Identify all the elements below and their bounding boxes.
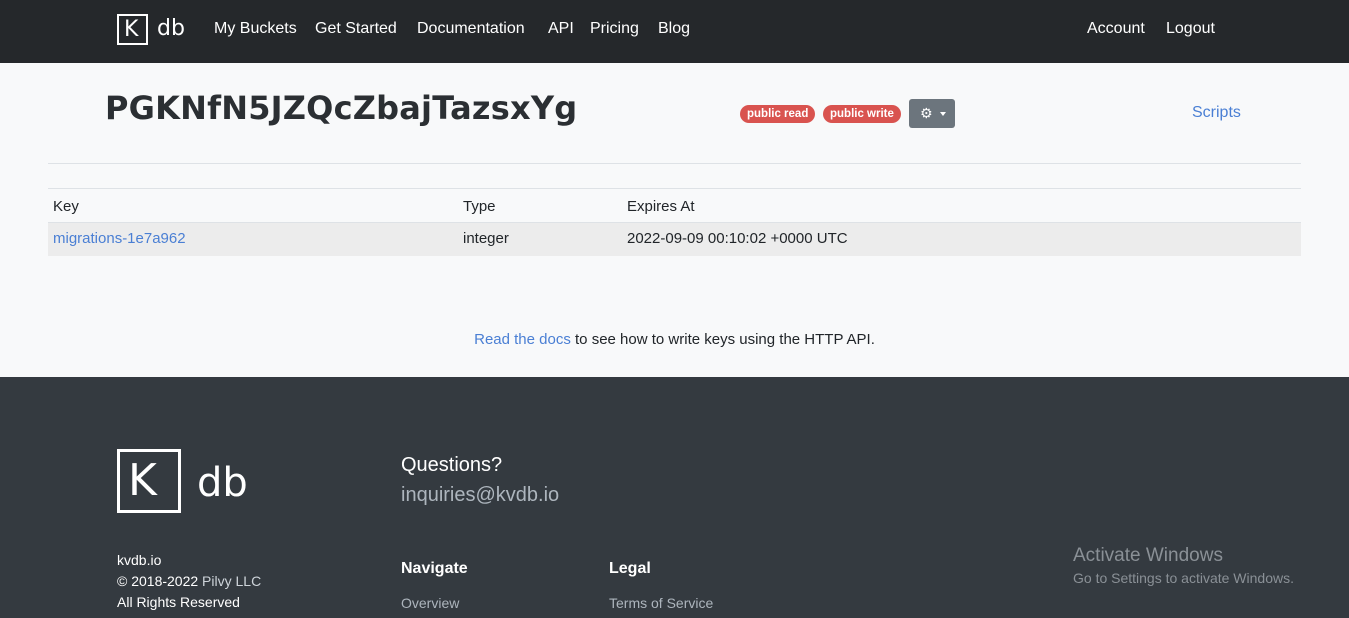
key-link[interactable]: migrations-1e7a962 bbox=[53, 230, 186, 248]
nav-blog[interactable]: Blog bbox=[658, 19, 690, 39]
footer-terms-link[interactable]: Terms of Service bbox=[609, 594, 713, 612]
gear-icon: ⚙ bbox=[920, 105, 933, 121]
footer-navigate-heading: Navigate bbox=[401, 560, 468, 577]
footer-copyright-years: © 2018-2022 bbox=[117, 573, 199, 589]
nav-get-started[interactable]: Get Started bbox=[315, 19, 397, 39]
footer-company: Pilvy LLC bbox=[202, 573, 262, 589]
public-read-badge: public read bbox=[740, 105, 816, 123]
logo-k-letter: K bbox=[124, 17, 139, 42]
bucket-title: PGKNfN5JZQcZbajTazsxYg bbox=[105, 89, 578, 127]
bucket-settings-dropdown-button[interactable]: ⚙ bbox=[909, 99, 955, 128]
footer-overview-link[interactable]: Overview bbox=[401, 594, 459, 612]
footer-logo-db-text: db bbox=[197, 460, 248, 506]
public-write-badge: public write bbox=[823, 105, 901, 123]
footer-site-name: kvdb.io bbox=[117, 552, 162, 568]
footer-logo-k-letter: K bbox=[128, 455, 157, 506]
nav-documentation[interactable]: Documentation bbox=[417, 19, 525, 39]
column-header-key: Key bbox=[53, 198, 79, 215]
scripts-link[interactable]: Scripts bbox=[1192, 103, 1241, 123]
footer: K db kvdb.io © 2018-2022 Pilvy LLC All R… bbox=[0, 377, 1349, 618]
chevron-down-icon bbox=[940, 112, 946, 116]
divider bbox=[48, 163, 1301, 164]
footer-rights: All Rights Reserved bbox=[117, 594, 240, 610]
table-header: Key Type Expires At bbox=[48, 188, 1301, 223]
top-navbar: K db My Buckets Get Started Documentatio… bbox=[0, 0, 1349, 63]
column-header-type: Type bbox=[463, 198, 496, 215]
activate-windows-subtitle: Go to Settings to activate Windows. bbox=[1073, 570, 1294, 586]
docs-hint-text: to see how to write keys using the HTTP … bbox=[570, 331, 875, 348]
nav-my-buckets[interactable]: My Buckets bbox=[214, 19, 297, 39]
activate-windows-title: Activate Windows bbox=[1073, 545, 1223, 566]
read-the-docs-link[interactable]: Read the docs bbox=[474, 331, 571, 348]
key-expires-at: 2022-09-09 00:10:02 +0000 UTC bbox=[627, 230, 848, 247]
column-header-expires-at: Expires At bbox=[627, 198, 695, 215]
footer-copyright: © 2018-2022 Pilvy LLC bbox=[117, 572, 261, 590]
logo-db-text[interactable]: db bbox=[157, 15, 185, 43]
footer-logo[interactable]: K bbox=[117, 449, 181, 513]
table-row: migrations-1e7a962 integer 2022-09-09 00… bbox=[48, 223, 1301, 256]
footer-legal-heading: Legal bbox=[609, 560, 651, 577]
nav-account[interactable]: Account bbox=[1087, 19, 1145, 39]
footer-questions-heading: Questions? bbox=[401, 454, 503, 476]
nav-logout[interactable]: Logout bbox=[1166, 19, 1215, 39]
footer-email-link[interactable]: inquiries@kvdb.io bbox=[401, 483, 559, 507]
docs-hint: Read the docs to see how to write keys u… bbox=[0, 331, 1349, 349]
nav-api[interactable]: API bbox=[548, 19, 574, 39]
nav-pricing[interactable]: Pricing bbox=[590, 19, 639, 39]
key-type: integer bbox=[463, 230, 509, 247]
kvdb-logo[interactable]: K bbox=[117, 14, 148, 45]
